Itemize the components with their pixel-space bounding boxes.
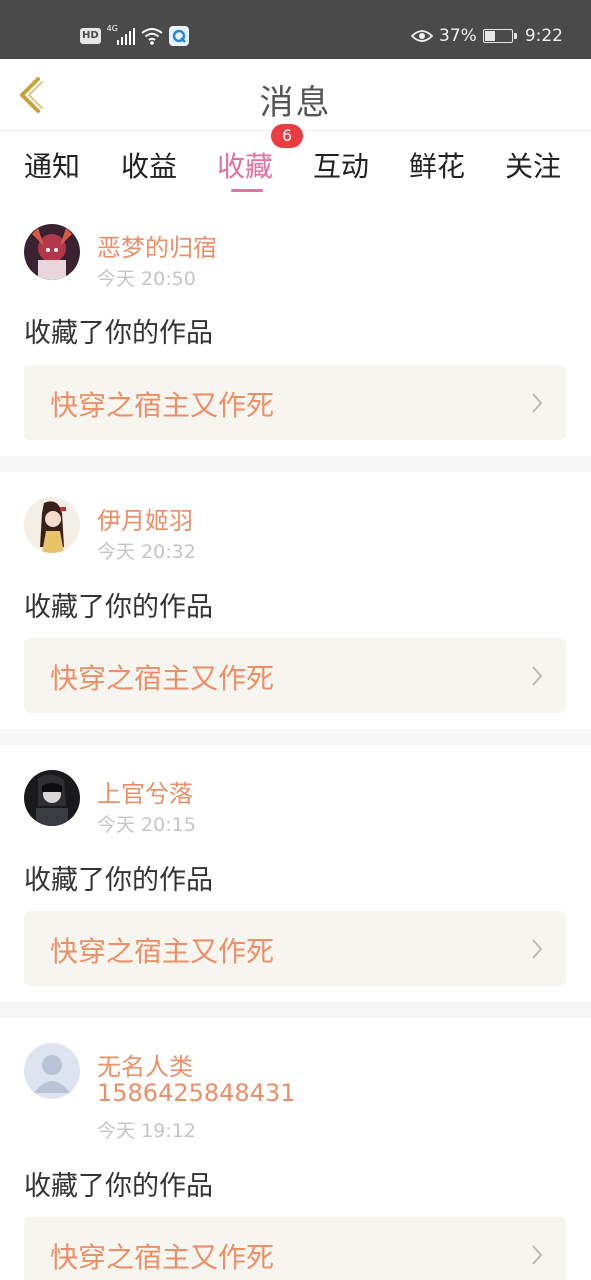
- user-name[interactable]: 上官兮落: [97, 774, 193, 809]
- message-text: 收藏了你的作品: [24, 592, 213, 623]
- avatar[interactable]: [24, 770, 80, 826]
- list-item: 伊月姬羽 今天 20:32 收藏了你的作品 快穿之宿主又作死: [0, 472, 591, 729]
- tab-interactions[interactable]: 互动: [313, 145, 369, 185]
- tab-following[interactable]: 关注: [505, 145, 561, 185]
- tab-notifications[interactable]: 通知: [24, 145, 80, 185]
- clock: 9:22: [524, 26, 563, 46]
- message-time: 今天 20:32: [97, 541, 196, 563]
- tab-bar: 通知 收益 收藏 6 互动 鲜花 关注: [0, 124, 591, 203]
- list-item: 恶梦的归宿 今天 20:50 收藏了你的作品 快穿之宿主又作死: [0, 203, 591, 456]
- user-name[interactable]: 恶梦的归宿: [97, 228, 217, 263]
- status-left: HD 4G: [80, 24, 189, 48]
- chevron-right-icon: [532, 393, 543, 413]
- eye-comfort-icon: [411, 30, 434, 42]
- hd-indicator: HD: [80, 28, 101, 44]
- user-name[interactable]: 无名人类: [97, 1047, 193, 1082]
- tab-favorites[interactable]: 收藏: [217, 145, 273, 185]
- chevron-right-icon: [532, 1245, 543, 1265]
- chevron-right-icon: [532, 666, 543, 686]
- user-name[interactable]: 伊月姬羽: [97, 501, 193, 536]
- list-item: 无名人类 1586425848431 今天 19:12 收藏了你的作品 快穿之宿…: [0, 1018, 591, 1280]
- work-title: 快穿之宿主又作死: [50, 389, 275, 422]
- message-text: 收藏了你的作品: [24, 318, 213, 349]
- wifi-icon: [141, 28, 163, 45]
- work-link[interactable]: 快穿之宿主又作死: [24, 365, 566, 440]
- work-title: 快穿之宿主又作死: [50, 935, 275, 968]
- message-text: 收藏了你的作品: [24, 1171, 213, 1202]
- chevron-right-icon: [532, 939, 543, 959]
- divider: [0, 1002, 591, 1018]
- status-right: 37% 9:22: [411, 24, 563, 48]
- active-tab-indicator: [231, 189, 263, 192]
- page-title: 消息: [259, 83, 332, 123]
- message-time: 今天 19:12: [97, 1120, 196, 1142]
- avatar[interactable]: [24, 224, 80, 280]
- divider: [0, 456, 591, 472]
- tab-flowers[interactable]: 鲜花: [409, 145, 465, 185]
- message-time: 今天 20:50: [97, 268, 196, 290]
- tab-earnings[interactable]: 收益: [121, 145, 177, 185]
- user-name-line2[interactable]: 1586425848431: [97, 1079, 296, 1107]
- work-link[interactable]: 快穿之宿主又作死: [24, 638, 566, 713]
- app-notification-icon: [168, 26, 189, 46]
- work-title: 快穿之宿主又作死: [50, 662, 275, 695]
- work-link[interactable]: 快穿之宿主又作死: [24, 911, 566, 986]
- status-bar: HD 4G 37% 9:22: [0, 0, 591, 59]
- message-time: 今天 20:15: [97, 814, 196, 836]
- message-text: 收藏了你的作品: [24, 865, 213, 896]
- default-avatar-icon[interactable]: [24, 1043, 80, 1099]
- unread-badge: 6: [271, 124, 303, 148]
- divider: [0, 729, 591, 745]
- app-header: 消息: [0, 59, 591, 131]
- cellular-signal-icon: 4G: [107, 24, 135, 47]
- list-item: 上官兮落 今天 20:15 收藏了你的作品 快穿之宿主又作死: [0, 745, 591, 1002]
- work-title: 快穿之宿主又作死: [50, 1241, 275, 1274]
- work-link[interactable]: 快穿之宿主又作死: [24, 1217, 566, 1280]
- battery-icon: [482, 29, 517, 43]
- avatar[interactable]: [24, 497, 80, 553]
- battery-percent: 37%: [439, 26, 477, 46]
